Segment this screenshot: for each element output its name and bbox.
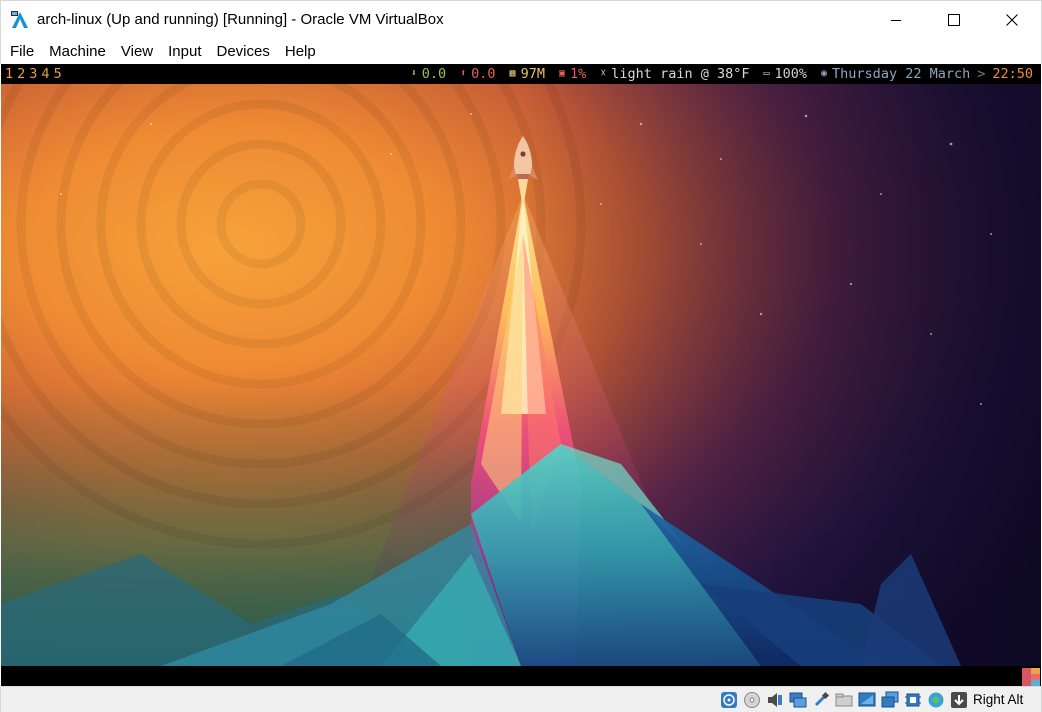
workspace-1[interactable]: 1 [5, 66, 13, 82]
battery-icon: ▭ [763, 68, 770, 79]
window-title: arch-linux (Up and running) [Running] - … [37, 11, 444, 28]
date-value: Thursday 22 March [832, 66, 971, 82]
menu-input[interactable]: Input [168, 43, 201, 60]
net-up-value: 0.0 [471, 66, 496, 82]
cpu-icon[interactable] [902, 690, 923, 710]
datetime-module: ◉ Thursday 22 March > 22:50 [821, 64, 1033, 84]
video-capture-icon[interactable] [879, 690, 900, 710]
maximize-button[interactable] [925, 1, 983, 39]
virtualbox-arch-icon [10, 10, 30, 30]
shared-folders-icon[interactable] [833, 690, 854, 710]
vbox-status-bar: Right Alt [0, 686, 1042, 712]
workspace-3[interactable]: 3 [29, 66, 37, 82]
status-modules: ⬇ 0.0 ⬆ 0.0 ▦ 97M ▣ 1% ☓ light rain @ 38… [397, 64, 1033, 84]
menu-help[interactable]: Help [285, 43, 316, 60]
hard-disk-icon[interactable] [718, 690, 739, 710]
menu-devices[interactable]: Devices [217, 43, 270, 60]
vbox-device-icons [718, 690, 971, 710]
usb-icon[interactable] [810, 690, 831, 710]
workspace-5[interactable]: 5 [54, 66, 62, 82]
menu-bar: File Machine View Input Devices Help [0, 38, 1042, 64]
host-key-label: Right Alt [973, 692, 1024, 707]
battery-value: 100% [774, 66, 808, 82]
rocket-launch-polygon-wallpaper [1, 84, 1041, 666]
net-up-module: ⬆ 0.0 [460, 64, 495, 84]
net-down-value: 0.0 [421, 66, 447, 82]
datetime-separator: > [977, 66, 986, 82]
weather-icon: ☓ [600, 68, 607, 79]
weather-value: light rain @ 38°F [611, 66, 750, 82]
optical-drive-icon[interactable] [741, 690, 762, 710]
close-icon [1006, 14, 1018, 26]
weather-module: ☓ light rain @ 38°F [600, 64, 749, 84]
workspace-4[interactable]: 4 [41, 66, 49, 82]
cpu-module: ▣ 1% [559, 64, 586, 84]
display-icon[interactable] [856, 690, 877, 710]
menu-view[interactable]: View [121, 43, 153, 60]
guest-status-bar: 12345 ⬇ 0.0 ⬆ 0.0 ▦ 97M ▣ 1% ☓ light rai… [1, 64, 1041, 84]
clock-icon: ◉ [821, 68, 828, 79]
download-arrow-icon: ⬇ [410, 68, 417, 79]
memory-value: 97M [520, 66, 545, 82]
guest-bottom-bar [1, 666, 1041, 686]
menu-file[interactable]: File [10, 43, 34, 60]
workspace-list: 12345 [5, 64, 66, 84]
maximize-icon [948, 14, 960, 26]
guest-display[interactable]: 12345 ⬇ 0.0 ⬆ 0.0 ▦ 97M ▣ 1% ☓ light rai… [1, 64, 1041, 686]
keyboard-capture-icon[interactable] [948, 690, 969, 710]
cpu-value: 1% [570, 66, 587, 82]
minimize-button[interactable] [867, 1, 925, 39]
net-down-module: ⬇ 0.0 [411, 64, 446, 84]
memory-icon: ▦ [509, 68, 516, 79]
close-button[interactable] [983, 1, 1041, 39]
mouse-integration-icon[interactable] [925, 690, 946, 710]
upload-arrow-icon: ⬆ [460, 68, 467, 79]
window-titlebar[interactable]: arch-linux (Up and running) [Running] - … [0, 0, 1042, 38]
audio-icon[interactable] [764, 690, 785, 710]
minimize-icon [891, 20, 901, 21]
battery-module: ▭ 100% [763, 64, 807, 84]
time-value: 22:50 [992, 66, 1033, 82]
cpu-icon: ▣ [558, 68, 565, 79]
memory-module: ▦ 97M [510, 64, 545, 84]
menu-machine[interactable]: Machine [49, 43, 106, 60]
network-icon[interactable] [787, 690, 808, 710]
tray-app-icon[interactable] [1022, 668, 1040, 686]
workspace-2[interactable]: 2 [17, 66, 25, 82]
